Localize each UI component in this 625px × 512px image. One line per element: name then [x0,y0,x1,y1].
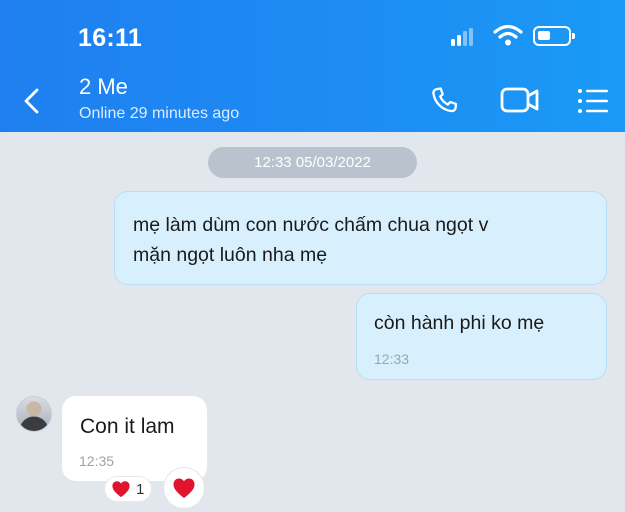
cellular-signal-icon [451,28,473,46]
message-text: Con it lam [80,415,175,438]
heart-icon [173,478,195,498]
contact-name[interactable]: 2 Me [79,74,128,100]
message-text: còn hành phi ko mẹ [374,312,545,334]
wifi-icon [493,24,523,46]
outgoing-message[interactable]: mẹ làm dùm con nước chấm chua ngọt v mặn… [114,191,607,285]
message-text-line: mẹ làm dùm con nước chấm chua ngọt v [133,214,489,236]
heart-icon [112,481,130,498]
outgoing-message[interactable]: còn hành phi ko mẹ 12:33 [356,293,607,380]
message-text-line: mặn ngọt luôn nha mẹ [133,244,328,266]
avatar[interactable] [16,396,52,432]
reaction-count: 1 [136,480,145,498]
react-button[interactable] [163,467,205,509]
message-time: 12:35 [79,453,115,469]
back-button[interactable] [18,86,46,116]
phone-icon[interactable] [428,84,462,118]
status-bar-time: 16:11 [78,24,143,52]
contact-status: Online 29 minutes ago [79,105,240,122]
reaction-summary[interactable]: 1 [104,476,152,502]
video-camera-icon[interactable] [500,84,540,116]
message-time: 12:33 [374,351,410,367]
chat-header: 16:11 2 Me Online 29 minutes ago [0,0,625,132]
date-separator: 12:33 05/03/2022 [208,147,417,178]
list-menu-icon[interactable] [576,84,610,118]
battery-icon [533,26,575,46]
